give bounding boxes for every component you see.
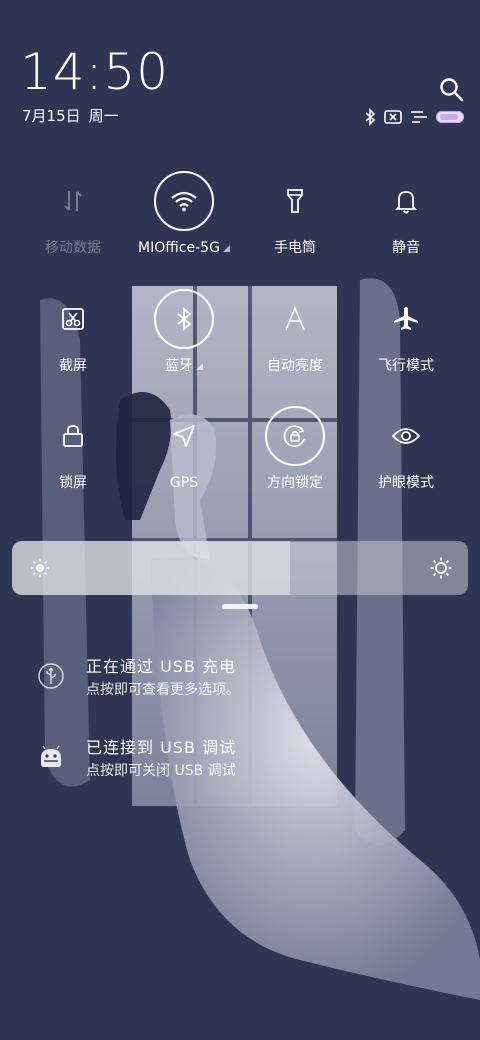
weekday: 周一	[88, 107, 119, 125]
wallpaper	[0, 0, 480, 1040]
tile-airplane-mode[interactable]: 飞行模式	[346, 289, 466, 399]
notification-title: 正在通过 USB 充电	[86, 657, 237, 676]
tile-label: 截屏	[59, 358, 87, 374]
tile-label: 护眼模式	[378, 475, 434, 491]
eye-icon	[376, 406, 436, 466]
signal-lines-icon	[410, 106, 428, 128]
brightness-fill	[12, 541, 291, 595]
tile-label: 自动亮度	[267, 358, 323, 374]
tile-mobile-data[interactable]: 移动数据	[13, 171, 133, 281]
lock-icon	[43, 406, 103, 466]
battery-icon	[436, 106, 464, 128]
bell-icon	[376, 171, 436, 231]
auto-brightness-icon	[265, 289, 325, 349]
android-debug-icon	[38, 744, 64, 770]
tile-wifi[interactable]: MIOffice-5G	[124, 171, 244, 281]
tile-label: 锁屏	[59, 475, 87, 491]
airplane-icon	[376, 289, 436, 349]
bluetooth-label: 蓝牙	[165, 358, 193, 374]
usb-icon	[38, 663, 64, 689]
tile-screenshot[interactable]: 截屏	[13, 289, 133, 399]
tile-auto-brightness[interactable]: 自动亮度	[235, 289, 355, 399]
tile-label: GPS	[169, 475, 199, 491]
date-row: 7月15日 周一	[22, 106, 119, 126]
tile-lock-screen[interactable]: 锁屏	[13, 406, 133, 516]
tile-label: 方向锁定	[267, 475, 323, 491]
brightness-slider[interactable]	[12, 541, 468, 595]
tile-gps[interactable]: GPS	[124, 406, 244, 516]
notification-usb-debugging[interactable]: 已连接到 USB 调试 点按即可关闭 USB 调试	[38, 738, 458, 788]
tile-mute[interactable]: 静音	[346, 171, 466, 281]
mobile-data-icon	[43, 171, 103, 231]
brightness-low-icon	[30, 558, 50, 582]
tile-label: 飞行模式	[378, 358, 434, 374]
expand-caret-icon	[222, 245, 230, 252]
tile-flashlight[interactable]: 手电筒	[235, 171, 355, 281]
flashlight-icon	[265, 171, 325, 231]
tile-label: 蓝牙	[124, 357, 244, 375]
notification-subtitle: 点按即可关闭 USB 调试	[86, 763, 236, 779]
wifi-icon	[154, 171, 214, 231]
screenshot-icon	[43, 289, 103, 349]
notification-usb-charging[interactable]: 正在通过 USB 充电 点按即可查看更多选项。	[38, 657, 458, 707]
bluetooth-icon	[154, 289, 214, 349]
tile-label: 静音	[392, 240, 420, 256]
expand-caret-icon	[196, 363, 203, 370]
status-icons	[364, 106, 464, 128]
tile-label: 手电筒	[274, 240, 316, 256]
notification-subtitle: 点按即可查看更多选项。	[86, 682, 240, 698]
tile-label: MIOffice-5G	[124, 239, 244, 257]
date: 7月15日	[22, 107, 81, 125]
panel-drag-handle[interactable]	[222, 604, 258, 609]
wallpaper-image	[0, 0, 480, 1040]
tile-eye-comfort[interactable]: 护眼模式	[346, 406, 466, 516]
rotation-lock-icon	[265, 406, 325, 466]
notification-title: 已连接到 USB 调试	[86, 738, 237, 757]
clock: 14:50	[20, 43, 170, 101]
gps-icon	[154, 406, 214, 466]
tile-bluetooth[interactable]: 蓝牙	[124, 289, 244, 399]
brightness-high-icon	[430, 557, 452, 583]
tile-label: 移动数据	[45, 240, 101, 256]
search-icon[interactable]	[438, 76, 466, 104]
wifi-network-name: MIOffice-5G	[138, 240, 220, 256]
no-sim-icon	[384, 106, 402, 128]
tile-rotation-lock[interactable]: 方向锁定	[235, 406, 355, 516]
bluetooth-status-icon	[364, 106, 376, 128]
